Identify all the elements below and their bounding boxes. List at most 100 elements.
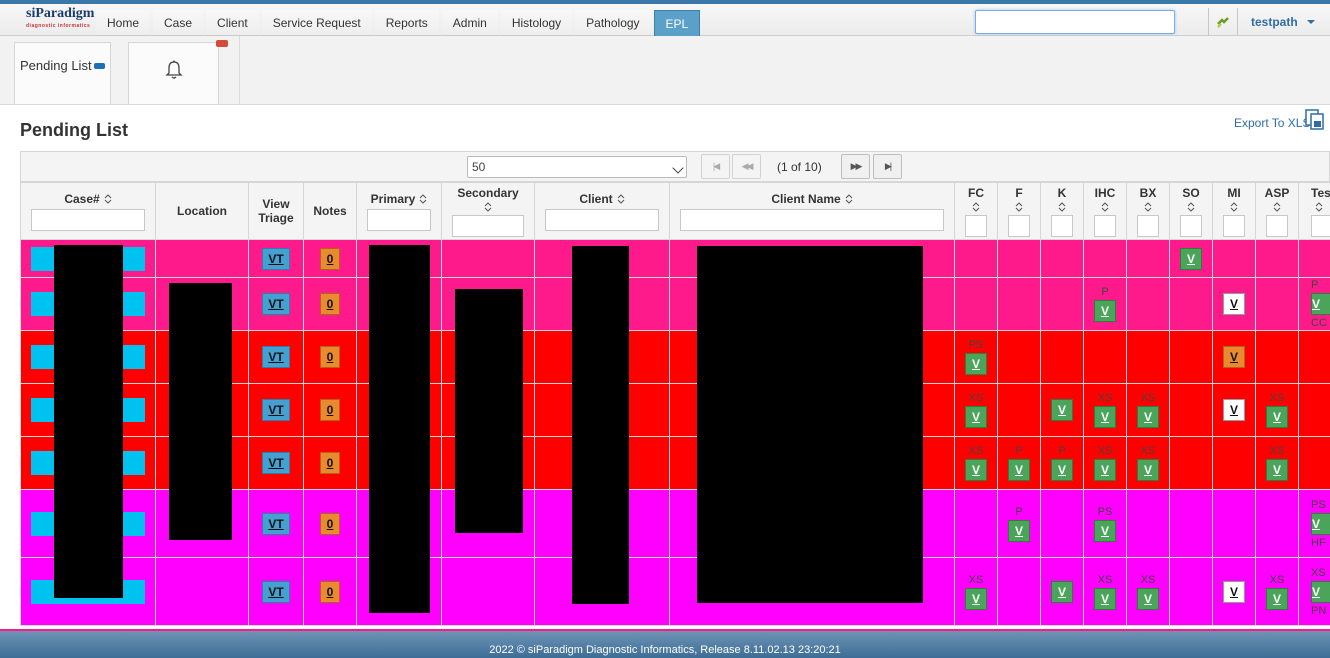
view-test-button[interactable]: V [1094,587,1116,610]
f-filter-input[interactable] [1008,214,1030,237]
view-test-button[interactable]: V [1008,519,1030,542]
tes-filter-input[interactable] [1311,214,1330,237]
test-status-tag: P [1101,286,1109,298]
bx-filter-input[interactable] [1137,214,1159,237]
view-test-button[interactable]: V [1223,293,1245,315]
client-name-filter-input[interactable] [680,208,944,231]
view-test-button[interactable]: V [1223,399,1245,421]
view-test-button[interactable]: V [1223,580,1245,603]
last-page-button[interactable]: ▶| [873,154,902,179]
col-asp[interactable]: ASP [1255,182,1299,240]
test-status-tag: XS [1269,573,1285,586]
nav-admin[interactable]: Admin [441,10,498,36]
view-test-button[interactable]: V [1051,459,1073,481]
so-filter-input[interactable] [1180,214,1202,237]
view-test-button[interactable]: V [1094,459,1116,481]
case-filter-input[interactable] [31,208,145,231]
k-filter-input[interactable] [1051,214,1073,237]
col-secondary[interactable]: Secondary [441,182,535,240]
secondary-filter-input[interactable] [452,214,524,237]
view-test-button[interactable]: V [965,406,987,428]
col-client-name[interactable]: Client Name [669,182,955,240]
view-triage-button[interactable]: VT [262,580,290,603]
view-test-button[interactable]: V [1051,399,1073,421]
view-test-button[interactable]: V [1137,406,1159,428]
col-k[interactable]: K [1040,182,1084,240]
notes-button[interactable]: 0 [320,399,340,421]
sub-tab-strip: Pending List [0,36,1330,105]
tab-notifications[interactable] [128,42,219,104]
view-test-button[interactable]: V [965,459,987,481]
global-search-input[interactable] [975,10,1175,34]
col-tes[interactable]: Tes [1298,182,1330,240]
view-test-button[interactable]: V [1223,346,1245,368]
col-mi[interactable]: MI [1212,182,1256,240]
app-logo[interactable]: siParadigm diagnostic informatics [6,7,94,32]
view-triage-button[interactable]: VT [262,452,290,474]
notes-button[interactable]: 0 [320,452,340,474]
sort-icon [1315,202,1323,213]
nav-client[interactable]: Client [206,10,259,36]
view-triage-button[interactable]: VT [262,247,290,270]
prev-page-button[interactable]: ◀◀ [732,154,761,179]
view-test-button[interactable]: V [1137,587,1159,610]
view-triage-button[interactable]: VT [262,293,290,315]
view-test-button[interactable]: V [1266,406,1288,428]
client-filter-input[interactable] [545,208,659,231]
switch-user-icon[interactable] [1216,15,1230,29]
chevron-down-icon[interactable] [1307,20,1315,24]
col-so[interactable]: SO [1169,182,1213,240]
notes-button[interactable]: 0 [320,247,340,270]
view-test-button[interactable]: V [1311,512,1330,535]
view-test-button[interactable]: V [1094,300,1116,322]
view-test-button[interactable]: V [965,353,987,375]
export-file-icon[interactable] [1305,109,1325,131]
col-client[interactable]: Client [534,182,670,240]
view-triage-button[interactable]: VT [262,512,290,535]
view-test-button[interactable]: V [1094,406,1116,428]
asp-filter-input[interactable] [1266,214,1288,237]
view-test-button[interactable]: V [1137,459,1159,481]
nav-reports[interactable]: Reports [374,10,439,36]
user-menu[interactable]: testpath [1251,15,1298,29]
view-test-button[interactable]: V [1094,519,1116,542]
mi-filter-input[interactable] [1223,214,1245,237]
view-test-button[interactable]: V [1311,580,1330,603]
nav-pathology[interactable]: Pathology [575,10,651,36]
primary-filter-input[interactable] [367,208,431,231]
view-triage-button[interactable]: VT [262,399,290,421]
view-triage-button[interactable]: VT [262,346,290,368]
view-test-button[interactable]: V [1180,247,1202,270]
ihc-filter-input[interactable] [1094,214,1116,237]
col-f[interactable]: F [997,182,1041,240]
view-test-button[interactable]: V [1008,459,1030,481]
nav-home[interactable]: Home [96,10,151,36]
rows-per-page-select[interactable]: 50 [467,156,687,178]
notes-button[interactable]: 0 [320,293,340,315]
col-case[interactable]: Case# [20,182,156,240]
nav-case[interactable]: Case [153,10,204,36]
view-test-button[interactable]: V [1051,580,1073,603]
notes-button[interactable]: 0 [320,580,340,603]
col-fc[interactable]: FC [954,182,998,240]
col-bx[interactable]: BX [1126,182,1170,240]
fc-filter-input[interactable] [965,214,987,237]
nav-histology[interactable]: Histology [500,10,573,36]
view-test-button[interactable]: V [1266,587,1288,610]
view-test-button[interactable]: V [965,587,987,610]
export-xls-link[interactable]: Export To XLS [1234,116,1311,130]
nav-epl[interactable]: EPL [653,10,701,36]
notes-button[interactable]: 0 [320,512,340,535]
notes-button[interactable]: 0 [320,346,340,368]
table-row[interactable]: VT 0 XS V V XS V XS V V XS V XS V PN [20,557,1330,626]
tab-pending-list[interactable]: Pending List [14,42,111,104]
chevron-down-icon [672,162,684,174]
nav-service-request[interactable]: Service Request [261,10,372,36]
table-row[interactable]: VT 0 V [20,239,1330,278]
col-ihc[interactable]: IHC [1083,182,1127,240]
first-page-button[interactable]: |◀ [701,154,730,179]
next-page-button[interactable]: ▶▶ [841,154,870,179]
col-primary[interactable]: Primary [356,182,442,240]
view-test-button[interactable]: V [1266,459,1288,481]
view-test-button[interactable]: V [1311,293,1330,315]
